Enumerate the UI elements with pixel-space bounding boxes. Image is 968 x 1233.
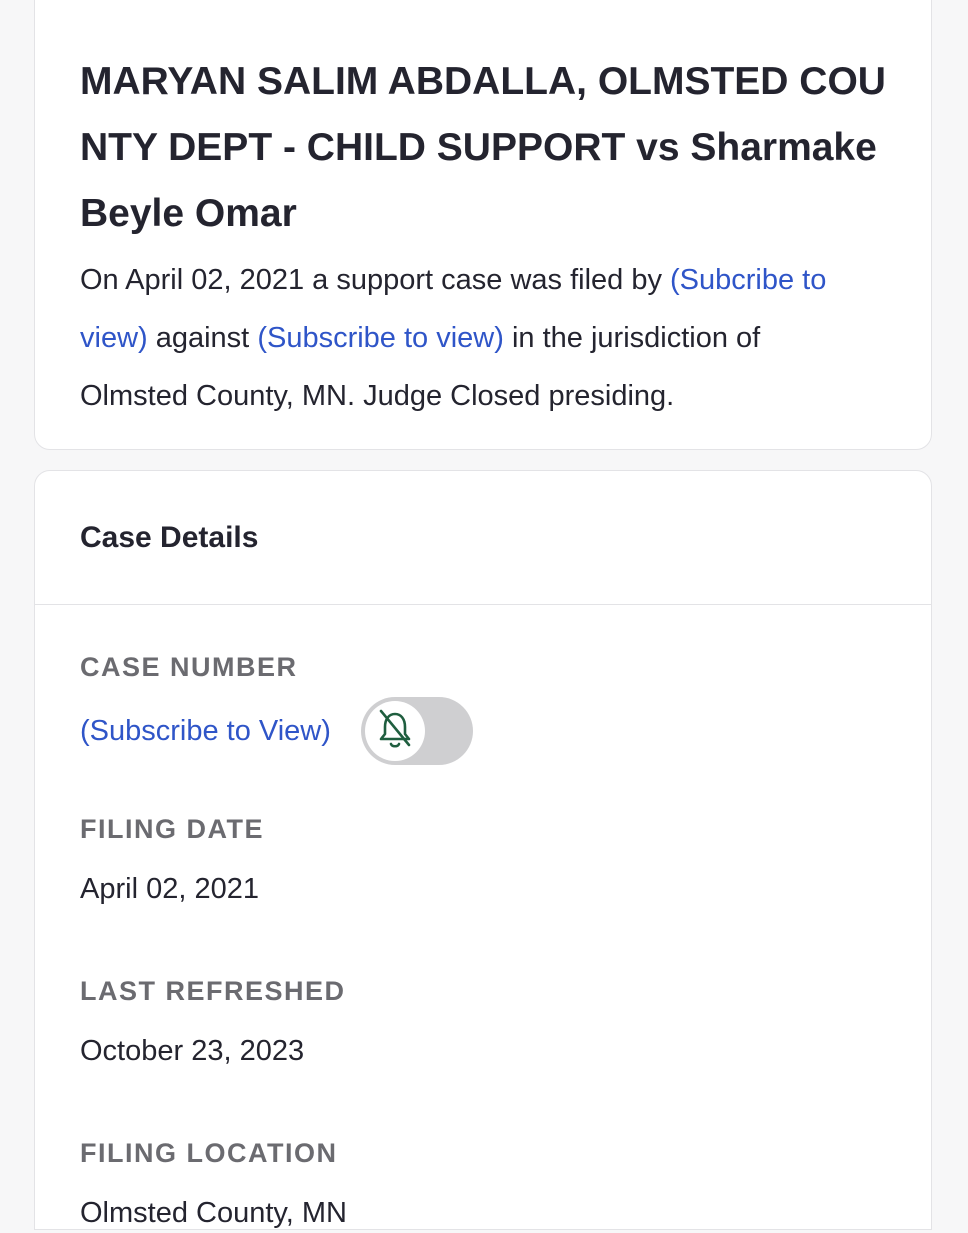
case-title: MARYAN SALIM ABDALLA, OLMSTED COUNTY DEP… xyxy=(80,60,886,235)
case-alert-toggle[interactable] xyxy=(360,697,473,765)
filing-location-value: Olmsted County, MN xyxy=(80,1197,347,1229)
case-details-card: Case Details CASE NUMBER (Subscribe to V… xyxy=(34,470,932,1230)
case-details-heading: Case Details xyxy=(80,520,259,554)
filing-date-label: FILING DATE xyxy=(80,814,264,844)
toggle-knob xyxy=(364,701,425,761)
filing-location-field: FILING LOCATION Olmsted County, MN xyxy=(80,1135,886,1233)
case-number-label: CASE NUMBER xyxy=(80,652,298,682)
last-refreshed-field: LAST REFRESHED October 23, 2023 xyxy=(80,973,886,1071)
case-number-field: CASE NUMBER (Subscribe to View) xyxy=(80,649,886,765)
summary-text-part-1: On April 02, 2021 a support case was fil… xyxy=(80,264,671,296)
defendant-subscribe-link[interactable]: (Subscribe to view) xyxy=(257,322,504,354)
case-details-header: Case Details xyxy=(35,471,931,605)
case-details-body: CASE NUMBER (Subscribe to View) FILING D… xyxy=(35,605,931,1233)
case-number-row: (Subscribe to View) xyxy=(80,697,886,765)
last-refreshed-label: LAST REFRESHED xyxy=(80,976,346,1006)
filing-date-field: FILING DATE April 02, 2021 xyxy=(80,811,886,909)
summary-text-part-2: against xyxy=(147,322,258,354)
case-summary-text: On April 02, 2021 a support case was fil… xyxy=(80,251,887,425)
bell-off-icon xyxy=(376,707,414,756)
filing-location-label: FILING LOCATION xyxy=(80,1138,338,1168)
case-number-subscribe-link[interactable]: (Subscribe to View) xyxy=(80,711,331,751)
filing-date-value: April 02, 2021 xyxy=(80,873,259,905)
last-refreshed-value: October 23, 2023 xyxy=(80,1035,305,1067)
case-summary-card: MARYAN SALIM ABDALLA, OLMSTED COUNTY DEP… xyxy=(34,0,932,450)
